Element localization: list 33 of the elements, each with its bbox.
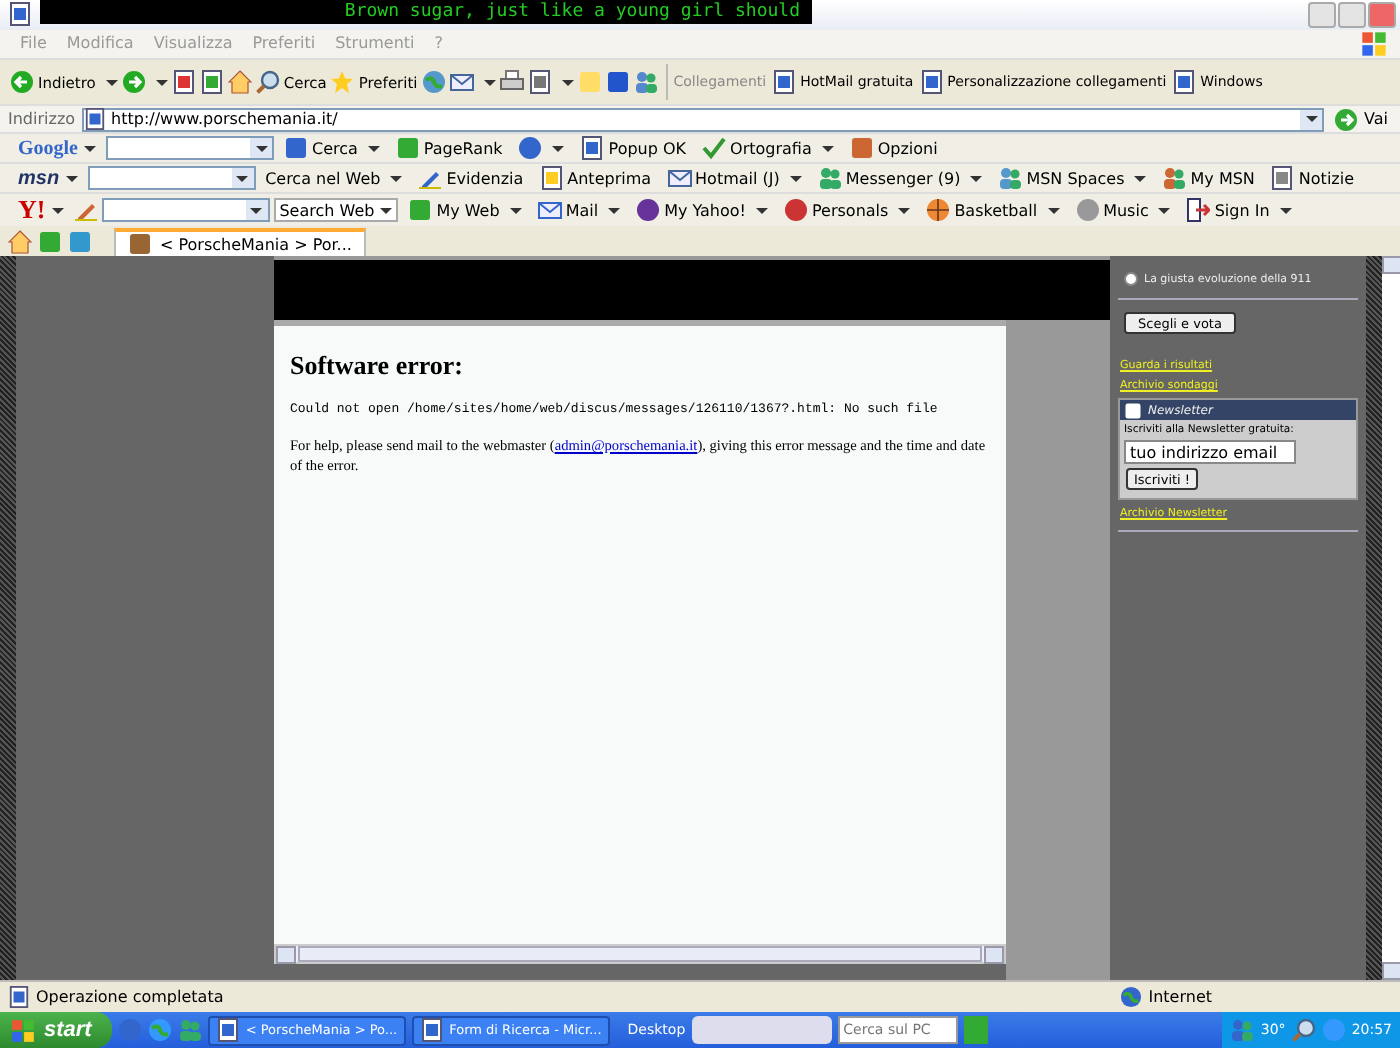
- toolbar-button[interactable]: Opzioni: [843, 134, 944, 163]
- toolbar-button[interactable]: Hotmail (J): [661, 164, 808, 193]
- go-button[interactable]: Vai: [1330, 107, 1392, 132]
- email-field[interactable]: tuo indirizzo email: [1124, 440, 1296, 464]
- toolbar-button[interactable]: Evidenzia: [412, 164, 530, 193]
- toolbar-button[interactable]: My MSN: [1156, 164, 1261, 193]
- toolbar-button[interactable]: PageRank: [389, 134, 509, 163]
- toolbar-button[interactable]: Sign In: [1180, 196, 1298, 225]
- toolbar-button[interactable]: Anteprima: [533, 164, 658, 193]
- toolbar-button[interactable]: My Web: [402, 196, 528, 225]
- msn-logo[interactable]: msn: [12, 167, 84, 190]
- search-web-button[interactable]: Search Web: [273, 198, 399, 223]
- status-text: Operazione completata: [8, 986, 224, 1008]
- toolbar-button[interactable]: Music: [1069, 196, 1177, 225]
- yahoo-logo[interactable]: Y!: [12, 194, 70, 227]
- address-label: Indirizzo: [8, 110, 76, 129]
- window-title: Brown sugar, just like a young girl should: [344, 2, 800, 22]
- toolbar-button[interactable]: My Yahoo!: [630, 196, 774, 225]
- toolbar-button[interactable]: MSN Spaces: [992, 164, 1153, 193]
- browser-tab[interactable]: < PorscheMania > Por...: [114, 228, 366, 256]
- google-logo[interactable]: Google: [12, 137, 102, 160]
- toolbar-button[interactable]: Popup OK: [574, 134, 693, 163]
- security-zone: Internet: [1120, 986, 1212, 1008]
- toolbar-button[interactable]: Mail: [531, 196, 627, 225]
- toolbar-button[interactable]: Ortografia: [696, 134, 840, 163]
- toolbar-button[interactable]: Basketball: [920, 196, 1066, 225]
- error-heading: Software error:: [290, 350, 466, 382]
- address-field[interactable]: http://www.porschemania.it/: [81, 107, 1325, 132]
- toolbar-button[interactable]: Notizie: [1264, 164, 1361, 193]
- toolbar-button[interactable]: Cerca: [278, 134, 386, 163]
- toolbar-button[interactable]: Messenger (9): [811, 164, 989, 193]
- toolbar-button[interactable]: Cerca nel Web: [259, 167, 409, 190]
- toolbar-button[interactable]: Personals: [778, 196, 917, 225]
